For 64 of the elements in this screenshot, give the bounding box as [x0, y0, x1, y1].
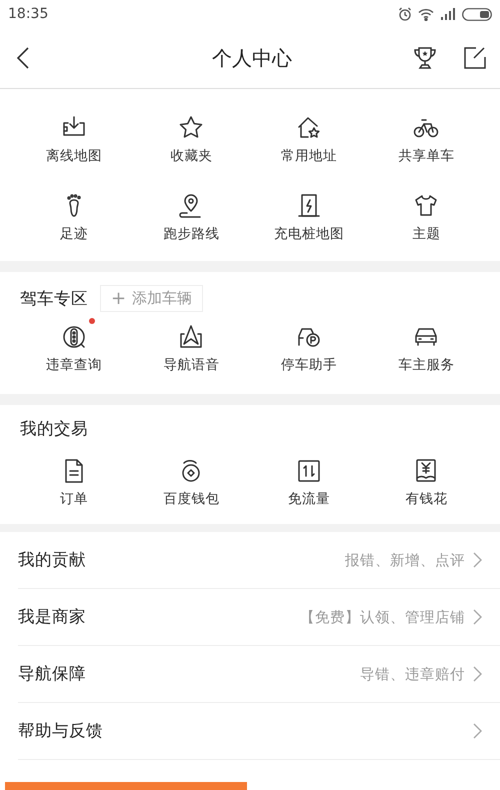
grid-item[interactable]: 足迹 — [48, 185, 100, 243]
item-label: 车主服务 — [398, 356, 454, 374]
section-title: 驾车专区 — [20, 288, 88, 310]
item-label: 免流量 — [288, 490, 330, 508]
grid-item[interactable]: 百度钱包 — [151, 450, 232, 508]
row-detail: 导错、违章赔付 — [360, 666, 465, 684]
row-title: 导航保障 — [18, 663, 86, 685]
item-label: 足迹 — [60, 225, 88, 243]
row-title: 帮助与反馈 — [18, 720, 103, 742]
item-label: 有钱花 — [405, 490, 448, 508]
grid-item[interactable]: 停车助手 — [268, 316, 349, 374]
grid-item[interactable]: 违章查询 — [34, 316, 114, 374]
item-label: 百度钱包 — [163, 490, 220, 508]
wifi-icon — [418, 8, 434, 20]
chevron-icon — [473, 723, 482, 739]
grid-item[interactable]: 有钱花 — [393, 450, 460, 508]
grid-item[interactable]: 跑步路线 — [151, 185, 232, 243]
chevron-icon — [473, 552, 482, 568]
item-label: 跑步路线 — [163, 225, 220, 243]
charger-icon — [296, 193, 322, 219]
item-label: 主题 — [412, 225, 440, 243]
grid-item[interactable]: 车主服务 — [386, 316, 466, 374]
chevron-icon — [473, 666, 482, 682]
grid-item[interactable]: 订单 — [48, 450, 100, 508]
trophy-icon — [414, 46, 436, 70]
grid-item[interactable]: 离线地图 — [34, 107, 114, 165]
item-label: 订单 — [60, 490, 88, 508]
grid-item[interactable]: 免流量 — [276, 450, 342, 508]
signal-icon — [440, 8, 456, 20]
tshirt-icon — [413, 193, 440, 219]
item-label: 常用地址 — [280, 147, 337, 165]
list-row[interactable]: 我是商家 【免费】认领、管理店铺 — [18, 589, 500, 646]
navigation-arrow-icon — [178, 324, 204, 350]
item-label: 违章查询 — [46, 356, 102, 374]
list-row[interactable]: 帮助与反馈 — [18, 703, 500, 760]
battery-icon — [462, 8, 492, 20]
back-icon — [16, 46, 30, 70]
grid-item[interactable]: 收藏夹 — [158, 107, 224, 165]
edit-icon — [464, 47, 486, 69]
item-label: 共享单车 — [398, 147, 454, 165]
alarm-icon — [398, 7, 412, 21]
item-label: 导航语音 — [163, 356, 220, 374]
row-title: 我是商家 — [18, 606, 86, 628]
status-time: 18:35 — [8, 6, 48, 22]
grid-item[interactable]: 常用地址 — [268, 107, 349, 165]
list-row[interactable]: 导航保障 导错、违章赔付 — [18, 646, 500, 703]
item-label: 离线地图 — [46, 147, 102, 165]
grid-item[interactable]: 充电桩地图 — [262, 185, 356, 243]
row-detail: 报错、新增、点评 — [345, 552, 465, 570]
house-star-icon — [296, 115, 322, 141]
row-title: 我的贡献 — [18, 549, 86, 571]
grid-item[interactable]: 导航语音 — [151, 316, 232, 374]
list-row[interactable]: 我的贡献 报错、新增、点评 — [18, 532, 500, 589]
grid-item[interactable]: 主题 — [400, 185, 452, 243]
item-label: 收藏夹 — [170, 147, 212, 165]
page-title: 个人中心 — [211, 44, 293, 72]
chevron-icon — [473, 609, 482, 625]
traffic-light-icon — [60, 324, 87, 350]
section-title: 我的交易 — [20, 418, 88, 440]
grid-item[interactable]: 共享单车 — [386, 107, 466, 165]
row-detail: 【免费】认领、管理店铺 — [300, 608, 465, 626]
item-label: 停车助手 — [280, 356, 337, 374]
item-label: 充电桩地图 — [274, 225, 344, 243]
data-transfer-icon — [296, 458, 322, 484]
